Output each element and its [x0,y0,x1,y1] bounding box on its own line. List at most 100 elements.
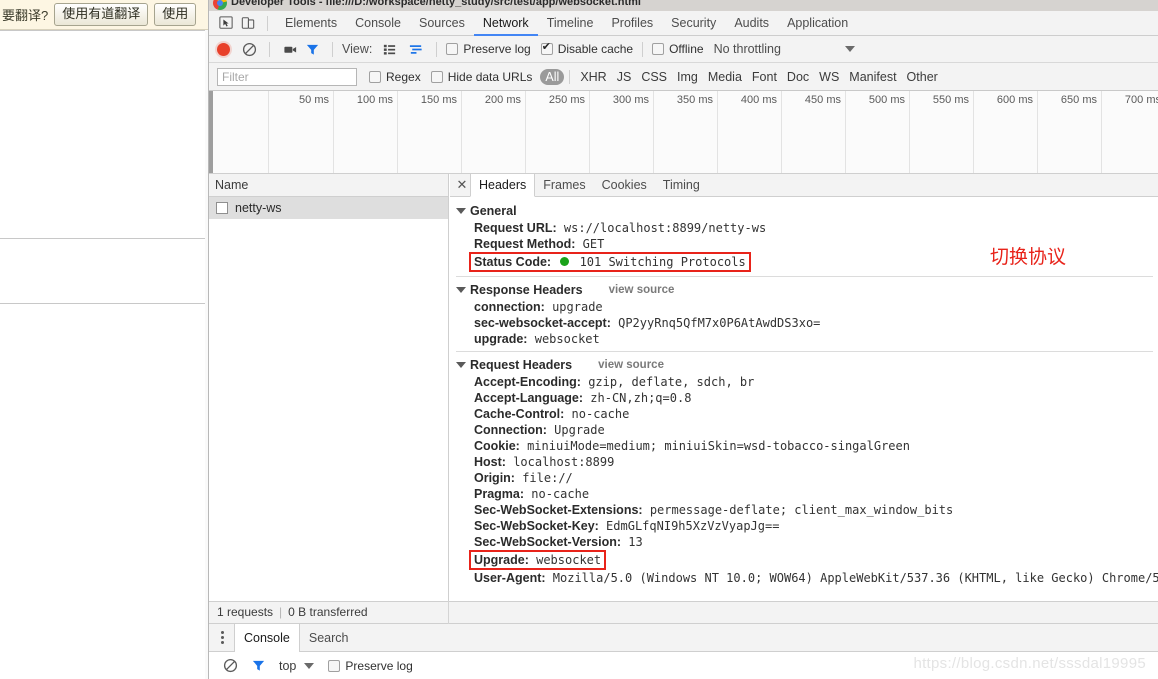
request-row-upgrade: Upgrade: websocket [450,550,1158,570]
detail-tab-cookies[interactable]: Cookies [594,174,655,197]
console-preserve-log-box [328,659,341,672]
tab-network[interactable]: Network [474,11,538,36]
filter-type-xhr[interactable]: XHR [575,69,611,85]
divider-after-general [456,276,1153,277]
section-general-title: General [470,204,517,218]
hide-data-urls-checkbox[interactable]: Hide data URLs [430,70,532,84]
drawer-tabbar: Console Search [209,624,1158,652]
response-value-connection: upgrade [552,300,603,314]
page-divider-1 [0,30,208,31]
toggle-device-toolbar-icon[interactable] [237,12,259,34]
section-response-headers-title: Response Headers [470,283,583,297]
list-view-icon[interactable] [378,38,400,60]
section-response-headers-header[interactable]: Response Headers view source [450,281,1158,299]
filter-type-manifest[interactable]: Manifest [844,69,901,85]
filter-type-ws[interactable]: WS [814,69,844,85]
request-detail-pane: ✕ Headers Frames Cookies Timing General … [450,174,1158,601]
general-key-status-code: Status Code: [474,255,552,269]
response-row-sec-websocket-accept: sec-websocket-accept: QP2yyRnq5QfM7x0P6A… [450,315,1158,331]
filter-funnel-icon[interactable] [301,38,323,60]
request-list-header[interactable]: Name [209,174,448,197]
filter-input[interactable] [217,67,357,86]
tab-profiles[interactable]: Profiles [602,11,662,36]
tick-300ms: 300 ms [590,91,654,173]
filter-separator [569,69,571,84]
drawer-tab-search[interactable]: Search [300,624,358,652]
tick-400ms: 400 ms [718,91,782,173]
regex-checkbox[interactable]: Regex [369,70,421,84]
inspect-element-icon[interactable] [215,12,237,34]
request-key-upgrade: Upgrade: [474,553,529,567]
camera-icon[interactable] [279,38,301,60]
request-key-accept-encoding: Accept-Encoding: [474,375,581,389]
divider-after-response [456,351,1153,352]
filter-type-media[interactable]: Media [703,69,747,85]
drawer-more-options-icon[interactable] [217,631,234,644]
waterfall-view-icon[interactable] [405,38,427,60]
preserve-log-label: Preserve log [463,42,531,56]
request-view-source-link[interactable]: view source [598,359,664,371]
throttling-value[interactable]: No throttling [714,42,781,56]
section-request-headers-header[interactable]: Request Headers view source [450,356,1158,374]
close-detail-icon[interactable]: ✕ [454,174,470,197]
response-view-source-link[interactable]: view source [609,284,675,296]
tick-label: 700 ms [1124,94,1158,106]
tab-security[interactable]: Security [662,11,725,36]
tab-application[interactable]: Application [778,11,857,36]
filter-type-img[interactable]: Img [672,69,703,85]
tab-audits[interactable]: Audits [725,11,778,36]
detail-tab-headers[interactable]: Headers [470,174,536,197]
console-filter-funnel-icon[interactable] [247,655,269,677]
offline-checkbox[interactable]: Offline [652,42,704,56]
triangle-down-icon [456,362,466,368]
tab-elements[interactable]: Elements [276,11,346,36]
request-value-cache-control: no-cache [571,407,630,421]
throttling-chevron-down-icon[interactable] [844,46,855,52]
filter-type-css[interactable]: CSS [636,69,672,85]
tick-label: 200 ms [484,94,521,106]
network-filterbar: Regex Hide data URLs All XHR JS CSS Img … [209,63,1158,91]
filter-type-other[interactable]: Other [902,69,943,85]
filter-type-js[interactable]: JS [612,69,637,85]
network-timeline-overview[interactable]: 50 ms 100 ms 150 ms 200 ms 250 ms 300 ms… [209,91,1158,174]
console-context-selector[interactable]: top [279,659,296,673]
request-row-sec-websocket-version: Sec-WebSocket-Version: 13 [450,534,1158,550]
tick-label: 350 ms [676,94,713,106]
console-preserve-log-checkbox[interactable]: Preserve log [328,659,413,673]
filter-type-doc[interactable]: Doc [782,69,814,85]
request-row-sec-websocket-extensions: Sec-WebSocket-Extensions: permessage-def… [450,502,1158,518]
record-button-icon[interactable] [217,42,230,56]
translate-infobar: 要翻译? 使用有道翻译 使用 [0,0,208,30]
detail-tab-timing[interactable]: Timing [655,174,708,197]
preserve-log-checkbox[interactable]: Preserve log [446,42,531,56]
tab-sources[interactable]: Sources [410,11,474,36]
tick-label: 100 ms [356,94,393,106]
tab-timeline[interactable]: Timeline [538,11,603,36]
request-key-cache-control: Cache-Control: [474,407,565,421]
detail-tabbar: ✕ Headers Frames Cookies Timing [450,174,1158,197]
request-row-connection: Connection: Upgrade [450,422,1158,438]
tick-50ms: 50 ms [269,91,334,173]
translate-button-youdao[interactable]: 使用有道翻译 [54,3,149,26]
clear-icon[interactable] [238,38,260,60]
view-label: View: [342,42,373,56]
offline-box [652,43,665,55]
tick-500ms: 500 ms [846,91,910,173]
detail-tab-frames[interactable]: Frames [535,174,593,197]
watermark: https://blog.csdn.net/sssdal19995 [913,655,1146,672]
section-general-header[interactable]: General [450,202,1158,220]
request-value-host: localhost:8899 [513,455,615,469]
request-value-upgrade: websocket [536,553,602,567]
translate-button-secondary[interactable]: 使用 [154,3,197,26]
filter-type-all[interactable]: All [540,68,565,85]
drawer-tab-console[interactable]: Console [234,624,300,652]
filter-type-font[interactable]: Font [747,69,782,85]
tab-console[interactable]: Console [346,11,410,36]
console-context-chevron-down-icon[interactable] [304,662,315,669]
disable-cache-checkbox[interactable]: Disable cache [540,40,633,56]
overview-ticks: 50 ms 100 ms 150 ms 200 ms 250 ms 300 ms… [209,91,1158,173]
clear-console-icon[interactable] [219,655,241,677]
request-row-netty-ws[interactable]: netty-ws [209,197,448,219]
request-key-host: Host: [474,455,506,469]
upgrade-highlight-box: Upgrade: websocket [468,550,607,570]
